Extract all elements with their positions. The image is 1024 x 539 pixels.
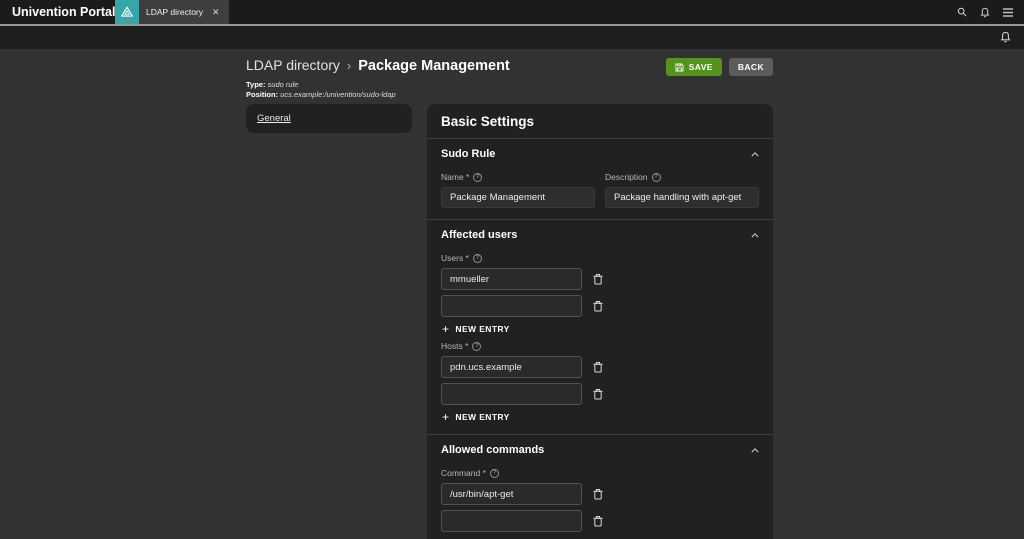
hosts-entry-input[interactable]	[441, 356, 582, 378]
position-label: Position:	[246, 90, 278, 99]
section-title: Sudo Rule	[441, 148, 495, 160]
chevron-up-icon	[751, 233, 759, 238]
command-label: Command *	[441, 468, 486, 478]
topbar-icon-group	[957, 0, 1013, 24]
entry-row	[441, 268, 759, 290]
users-entry-input[interactable]	[441, 295, 582, 317]
tab-ldap-directory[interactable]: LDAP directory ✕	[115, 0, 229, 24]
help-icon[interactable]: ?	[490, 469, 499, 478]
object-position-line: Position: ucs.example:/univention/sudo-l…	[246, 90, 773, 100]
screen: Univention Portal LDAP directory ✕	[0, 0, 1024, 539]
entry-row	[441, 356, 759, 378]
help-icon[interactable]: ?	[652, 173, 661, 182]
field-name: Name * ?	[441, 172, 595, 208]
search-icon[interactable]	[957, 7, 967, 17]
section-allowed-commands: Allowed commands Command * ?	[427, 435, 773, 539]
univention-logo-icon	[115, 0, 139, 24]
portal-title: Univention Portal	[12, 5, 115, 19]
group-hosts: Hosts * ?	[441, 341, 759, 422]
page-header: LDAP directory › Package Management Type…	[246, 57, 773, 99]
top-bar: Univention Portal LDAP directory ✕	[0, 0, 1024, 24]
field-description: Description ?	[605, 172, 759, 208]
group-label-row: Users * ?	[441, 253, 759, 263]
new-entry-label: NEW ENTRY	[455, 412, 509, 422]
notifications-bell-icon[interactable]	[980, 7, 990, 18]
delete-entry-trash-icon[interactable]	[593, 488, 603, 500]
users-entry-input[interactable]	[441, 268, 582, 290]
name-input[interactable]	[441, 187, 595, 208]
object-meta: Type: sudo rule Position: ucs.example:/u…	[246, 80, 773, 99]
section-title: Allowed commands	[441, 444, 544, 456]
delete-entry-trash-icon[interactable]	[593, 515, 603, 527]
save-floppy-icon	[675, 63, 684, 72]
section-allowed-commands-toggle[interactable]: Allowed commands	[441, 444, 759, 456]
save-button-label: SAVE	[689, 62, 713, 72]
field-label-row: Name * ?	[441, 172, 595, 182]
help-icon[interactable]: ?	[473, 254, 482, 263]
section-sudo-rule-toggle[interactable]: Sudo Rule	[441, 148, 759, 160]
command-entry-input[interactable]	[441, 510, 582, 532]
save-button[interactable]: SAVE	[666, 58, 722, 76]
tab-label: LDAP directory	[146, 7, 203, 17]
delete-entry-trash-icon[interactable]	[593, 273, 603, 285]
delete-entry-trash-icon[interactable]	[593, 300, 603, 312]
panel-title: Basic Settings	[427, 104, 773, 139]
help-icon[interactable]: ?	[472, 342, 481, 351]
type-label: Type:	[246, 80, 265, 89]
hosts-entry-input[interactable]	[441, 383, 582, 405]
group-users: Users * ?	[441, 253, 759, 334]
description-label: Description	[605, 172, 648, 182]
module-header-bar	[0, 26, 1024, 49]
back-button-label: BACK	[738, 62, 764, 72]
field-label-row: Description ?	[605, 172, 759, 182]
name-label: Name *	[441, 172, 469, 182]
users-label: Users *	[441, 253, 469, 263]
delete-entry-trash-icon[interactable]	[593, 388, 603, 400]
section-title: Affected users	[441, 229, 517, 241]
entry-row	[441, 383, 759, 405]
page-title: Package Management	[358, 58, 510, 74]
section-affected-users-toggle[interactable]: Affected users	[441, 229, 759, 241]
plus-icon: +	[442, 324, 449, 334]
entry-row	[441, 295, 759, 317]
hosts-label: Hosts *	[441, 341, 468, 351]
tab-close-icon[interactable]: ✕	[212, 8, 220, 17]
menu-hamburger-icon[interactable]	[1003, 8, 1013, 17]
main-area: LDAP directory › Package Management Type…	[0, 49, 1024, 539]
entry-row	[441, 510, 759, 532]
group-command: Command * ?	[441, 468, 759, 539]
users-new-entry-button[interactable]: + NEW ENTRY	[442, 324, 510, 334]
field-grid: Name * ? Description ?	[441, 172, 759, 208]
section-affected-users: Affected users Users * ?	[427, 220, 773, 435]
back-button[interactable]: BACK	[729, 58, 773, 76]
chevron-up-icon	[751, 152, 759, 157]
module-notifications-bell-icon[interactable]	[1000, 31, 1011, 43]
description-input[interactable]	[605, 187, 759, 208]
section-sudo-rule: Sudo Rule Name * ? Description	[427, 139, 773, 220]
chevron-up-icon	[751, 448, 759, 453]
settings-panel: Basic Settings Sudo Rule Name * ?	[427, 104, 773, 539]
type-value: sudo rule	[268, 80, 299, 89]
page-nav-card: General	[246, 104, 412, 133]
hosts-new-entry-button[interactable]: + NEW ENTRY	[442, 412, 510, 422]
delete-entry-trash-icon[interactable]	[593, 361, 603, 373]
help-icon[interactable]: ?	[473, 173, 482, 182]
nav-tab-general[interactable]: General	[257, 113, 291, 124]
command-entry-input[interactable]	[441, 483, 582, 505]
breadcrumb-separator-icon: ›	[347, 58, 351, 73]
action-buttons: SAVE BACK	[666, 58, 773, 76]
breadcrumb-parent[interactable]: LDAP directory	[246, 57, 340, 73]
group-label-row: Command * ?	[441, 468, 759, 478]
position-value: ucs.example:/univention/sudo-ldap	[280, 90, 396, 99]
plus-icon: +	[442, 412, 449, 422]
new-entry-label: NEW ENTRY	[455, 324, 509, 334]
group-label-row: Hosts * ?	[441, 341, 759, 351]
object-type-line: Type: sudo rule	[246, 80, 773, 90]
entry-row	[441, 483, 759, 505]
